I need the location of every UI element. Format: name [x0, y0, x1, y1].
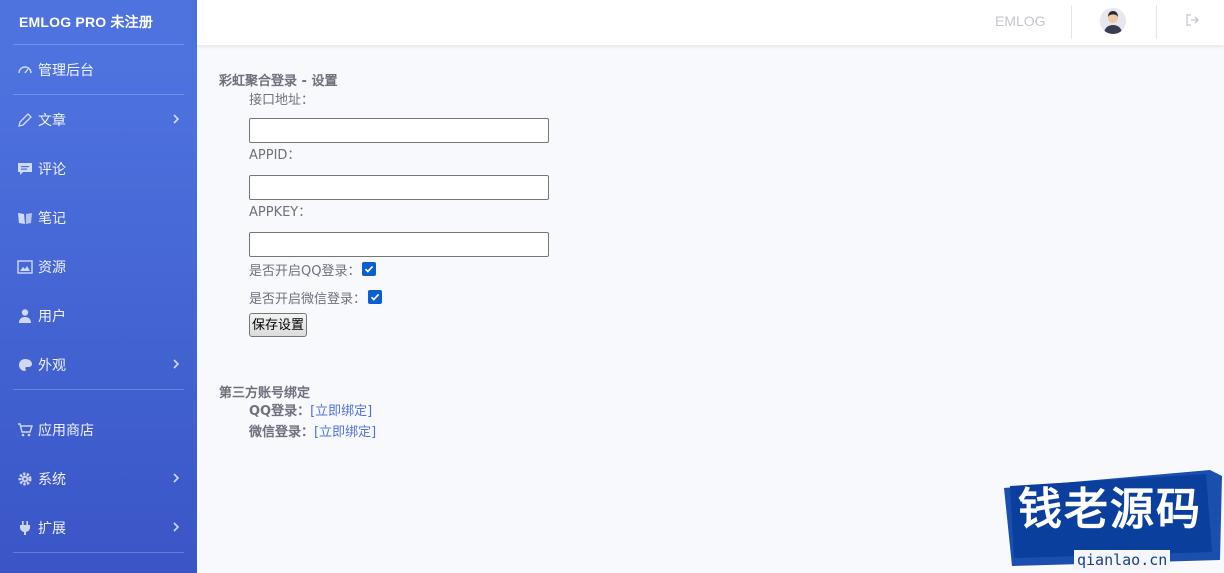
sidebar-item-notes[interactable]: 笔记: [0, 193, 197, 242]
sidebar-item-label: 笔记: [38, 210, 66, 227]
wechat-binding-row: 微信登录：[立即绑定]: [249, 422, 549, 443]
sidebar-item-dashboard[interactable]: 管理后台: [0, 45, 197, 94]
qq-binding-label: QQ登录：: [249, 404, 311, 419]
brand-title[interactable]: EMLOG PRO 未注册: [0, 0, 197, 44]
binding-list: QQ登录：[立即绑定] 微信登录：[立即绑定]: [249, 401, 549, 443]
sidebar-item-label: 应用商店: [38, 422, 94, 439]
gear-icon: [16, 470, 34, 488]
main-content: 彩虹聚合登录 - 设置 接口地址： APPID： APPKEY： 是否开启QQ登…: [219, 70, 549, 443]
wechat-login-toggle-row: 是否开启微信登录：: [249, 288, 549, 307]
settings-form: 接口地址： APPID： APPKEY： 是否开启QQ登录： 是否开启微信登录：…: [249, 92, 549, 337]
dashboard-icon: [16, 61, 34, 79]
sidebar: EMLOG PRO 未注册 管理后台 文章 评论 笔记 资源 用户 外观 应用商…: [0, 0, 197, 573]
sidebar-item-label: 外观: [38, 357, 66, 374]
cart-icon: [16, 421, 34, 439]
save-settings-button[interactable]: 保存设置: [249, 313, 308, 337]
sidebar-item-users[interactable]: 用户: [0, 291, 197, 340]
binding-title: 第三方账号绑定: [219, 386, 311, 401]
avatar[interactable]: [1100, 8, 1126, 34]
plug-icon: [16, 519, 34, 537]
palette-icon: [16, 356, 34, 374]
sidebar-item-system[interactable]: 系统: [0, 454, 197, 503]
wechat-login-checkbox[interactable]: [368, 290, 383, 304]
comment-icon: [16, 160, 34, 178]
sidebar-item-appearance[interactable]: 外观: [0, 340, 197, 389]
logout-icon[interactable]: [1185, 13, 1199, 31]
qq-login-toggle-label: 是否开启QQ登录：: [249, 263, 361, 279]
sidebar-item-label: 评论: [38, 161, 66, 178]
sidebar-item-label: 扩展: [38, 520, 66, 537]
api-url-label: 接口地址：: [249, 93, 315, 108]
chevron-right-icon: [172, 471, 180, 487]
wechat-login-toggle-label: 是否开启微信登录：: [249, 291, 367, 307]
site-name-link[interactable]: EMLOG: [995, 13, 1046, 29]
chevron-right-icon: [172, 520, 180, 536]
chevron-right-icon: [172, 112, 180, 128]
api-url-input[interactable]: [249, 118, 549, 143]
topbar: EMLOG: [197, 0, 1224, 45]
sidebar-item-articles[interactable]: 文章: [0, 95, 197, 144]
sidebar-item-label: 系统: [38, 471, 66, 488]
topbar-divider: [1071, 5, 1072, 39]
qq-login-checkbox[interactable]: [362, 262, 377, 276]
sidebar-item-label: 文章: [38, 112, 66, 129]
qq-binding-row: QQ登录：[立即绑定]: [249, 401, 549, 422]
appid-label: APPID：: [249, 148, 301, 163]
qq-bind-link[interactable]: [立即绑定]: [310, 404, 372, 419]
appkey-input[interactable]: [249, 232, 549, 257]
watermark-text: 钱老源码: [1018, 484, 1202, 535]
user-icon: [16, 307, 34, 325]
settings-title: 彩虹聚合登录 - 设置: [219, 74, 338, 89]
sidebar-item-extensions[interactable]: 扩展: [0, 503, 197, 552]
appid-input[interactable]: [249, 175, 549, 200]
watermark-logo: 钱老源码 qianlao.cn: [1000, 466, 1224, 573]
sidebar-item-label: 管理后台: [38, 62, 94, 79]
sidebar-item-label: 用户: [38, 308, 66, 325]
note-icon: [16, 209, 34, 227]
watermark-domain: qianlao.cn: [1074, 550, 1171, 570]
sidebar-item-resources[interactable]: 资源: [0, 242, 197, 291]
sidebar-divider: [13, 552, 184, 553]
wechat-binding-label: 微信登录：: [249, 425, 315, 440]
sidebar-item-comments[interactable]: 评论: [0, 144, 197, 193]
chevron-right-icon: [172, 357, 180, 373]
wechat-bind-link[interactable]: [立即绑定]: [314, 425, 376, 440]
image-icon: [16, 258, 34, 276]
topbar-divider: [1156, 5, 1157, 39]
appkey-label: APPKEY：: [249, 205, 312, 220]
sidebar-item-label: 资源: [38, 259, 66, 276]
sidebar-item-app-store[interactable]: 应用商店: [0, 405, 197, 454]
pencil-icon: [16, 111, 34, 129]
qq-login-toggle-row: 是否开启QQ登录：: [249, 260, 549, 279]
